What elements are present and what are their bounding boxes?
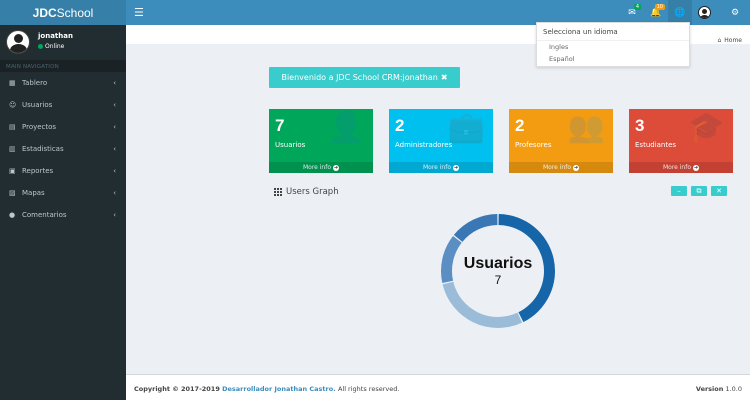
sidebar-item-comentarios[interactable]: ● Comentarios ‹	[0, 204, 126, 226]
folder-icon: ▤	[9, 123, 16, 131]
breadcrumb[interactable]: ⌂ Home	[717, 37, 742, 44]
map-icon: ▨	[9, 189, 16, 197]
user-status-label: Online	[45, 43, 65, 50]
sidebar-item-label: Reportes	[22, 167, 54, 175]
home-icon: ⌂	[717, 37, 722, 44]
report-icon: ▣	[9, 167, 16, 175]
language-option-espanol[interactable]: Español	[537, 53, 689, 65]
user-menu-button[interactable]	[692, 0, 716, 25]
minus-icon: –	[677, 187, 681, 195]
comment-icon: ●	[9, 211, 16, 219]
user-add-icon: 👤	[327, 110, 365, 145]
users-group-icon: 👥	[567, 110, 605, 145]
avatar	[6, 30, 30, 54]
sidebar: jonathan Online MAIN NAVIGATION ▦ Tablero…	[0, 25, 126, 400]
collapse-button[interactable]: –	[671, 186, 687, 196]
sidebar-menu: ▦ Tablero ‹ ☺ Usuarios ‹ ▤ Proyectos ‹ ▥ Estadisti…	[0, 72, 126, 226]
stat-box-estudiantes: 🎓 3 Estudiantes More info ➜	[629, 109, 733, 173]
arrow-circle-right-icon: ➜	[333, 164, 340, 171]
graduation-cap-icon: 🎓	[687, 110, 725, 145]
expand-icon: ⧉	[696, 186, 702, 195]
stat-label: Profesores	[515, 141, 552, 149]
chevron-left-icon: ‹	[113, 79, 116, 87]
sidebar-item-mapas[interactable]: ▨ Mapas ‹	[0, 182, 126, 204]
user-status: Online	[38, 43, 64, 50]
chevron-left-icon: ‹	[113, 167, 116, 175]
language-option-ingles[interactable]: Ingles	[537, 41, 689, 53]
users-icon: ☺	[9, 101, 17, 109]
chevron-left-icon: ‹	[113, 101, 116, 109]
arrow-circle-right-icon: ➜	[573, 164, 580, 171]
donut-center-title: Usuarios	[463, 255, 533, 272]
chevron-left-icon: ‹	[113, 123, 116, 131]
users-donut-chart: Usuarios 7	[436, 213, 560, 329]
stat-box-administradores: 💼 2 Administradores More info ➜	[389, 109, 493, 173]
th-icon	[274, 188, 282, 196]
donut-center-value: 7	[494, 273, 502, 287]
more-info-link[interactable]: More info ➜	[509, 162, 613, 173]
user-avatar-icon	[697, 6, 711, 19]
chevron-left-icon: ‹	[113, 211, 116, 219]
sidebar-item-label: Mapas	[22, 189, 45, 197]
language-dropdown-header: Selecciona un idioma	[537, 23, 689, 41]
sidebar-item-label: Tablero	[22, 79, 48, 87]
welcome-text: Bienvenido a JDC School CRM:jonathan	[281, 73, 438, 82]
remove-button[interactable]: ✕	[711, 186, 727, 196]
mail-badge: 4	[633, 4, 641, 10]
sidebar-item-label: Proyectos	[22, 123, 57, 131]
user-panel: jonathan Online	[0, 25, 126, 60]
sidebar-item-proyectos[interactable]: ▤ Proyectos ‹	[0, 116, 126, 138]
sidebar-item-reportes[interactable]: ▣ Reportes ‹	[0, 160, 126, 182]
dashboard-icon: ▦	[9, 79, 16, 87]
app-logo[interactable]: JDC School	[0, 0, 126, 25]
stat-label: Estudiantes	[635, 141, 677, 149]
gears-icon: ⚙	[730, 7, 740, 18]
settings-button[interactable]: ⚙	[723, 0, 747, 25]
sidebar-item-tablero[interactable]: ▦ Tablero ‹	[0, 72, 126, 94]
stat-number: 3	[635, 116, 645, 135]
welcome-button[interactable]: Bienvenido a JDC School CRM:jonathan ✖	[269, 67, 460, 88]
chart-icon: ▥	[9, 145, 16, 153]
maximize-button[interactable]: ⧉	[691, 186, 707, 196]
stat-number: 2	[395, 116, 405, 135]
sidebar-item-usuarios[interactable]: ☺ Usuarios ‹	[0, 94, 126, 116]
nav-header: MAIN NAVIGATION	[0, 60, 126, 72]
arrow-circle-right-icon: ➜	[453, 164, 460, 171]
sidebar-toggle-icon[interactable]: ☰	[134, 6, 144, 19]
footer: Copyright © 2017-2019 Desarrollador Jona…	[126, 374, 750, 400]
arrow-circle-right-icon: ➜	[693, 164, 700, 171]
stat-box-profesores: 👥 2 Profesores More info ➜	[509, 109, 613, 173]
user-name: jonathan	[38, 32, 73, 40]
logo-bold: JDC	[32, 5, 57, 20]
notifications-badge: 10	[654, 4, 665, 10]
language-dropdown: Selecciona un idioma Ingles Español	[536, 22, 690, 67]
author-link[interactable]: Desarrollador Jonathan Castro.	[222, 385, 336, 393]
more-info-link[interactable]: More info ➜	[269, 162, 373, 173]
stat-number: 2	[515, 116, 525, 135]
sidebar-item-label: Usuarios	[22, 101, 53, 109]
sidebar-item-label: Estadisticas	[22, 145, 64, 153]
stat-label: Administradores	[395, 141, 453, 149]
donut-center: Usuarios 7	[436, 213, 560, 329]
more-info-link[interactable]: More info ➜	[629, 162, 733, 173]
stat-box-usuarios: 👤 7 Usuarios More info ➜	[269, 109, 373, 173]
globe-icon: 🌐	[674, 7, 686, 18]
graph-title-text: Users Graph	[286, 187, 339, 197]
close-icon[interactable]: ✖	[441, 73, 448, 82]
footer-version: Version 1.0.0	[695, 385, 742, 393]
sidebar-item-label: Comentarios	[22, 211, 67, 219]
graph-title: Users Graph	[274, 187, 339, 197]
stat-label: Usuarios	[275, 141, 306, 149]
chevron-left-icon: ‹	[113, 145, 116, 153]
online-dot-icon	[38, 44, 43, 49]
logo-rest: School	[56, 5, 94, 20]
sidebar-item-estadisticas[interactable]: ▥ Estadisticas ‹	[0, 138, 126, 160]
more-info-link[interactable]: More info ➜	[389, 162, 493, 173]
chevron-left-icon: ‹	[113, 189, 116, 197]
footer-copyright: Copyright © 2017-2019 Desarrollador Jona…	[134, 385, 400, 393]
briefcase-icon: 💼	[447, 110, 485, 145]
close-icon: ✕	[716, 187, 722, 195]
breadcrumb-home[interactable]: Home	[724, 37, 742, 44]
stat-number: 7	[275, 116, 285, 135]
